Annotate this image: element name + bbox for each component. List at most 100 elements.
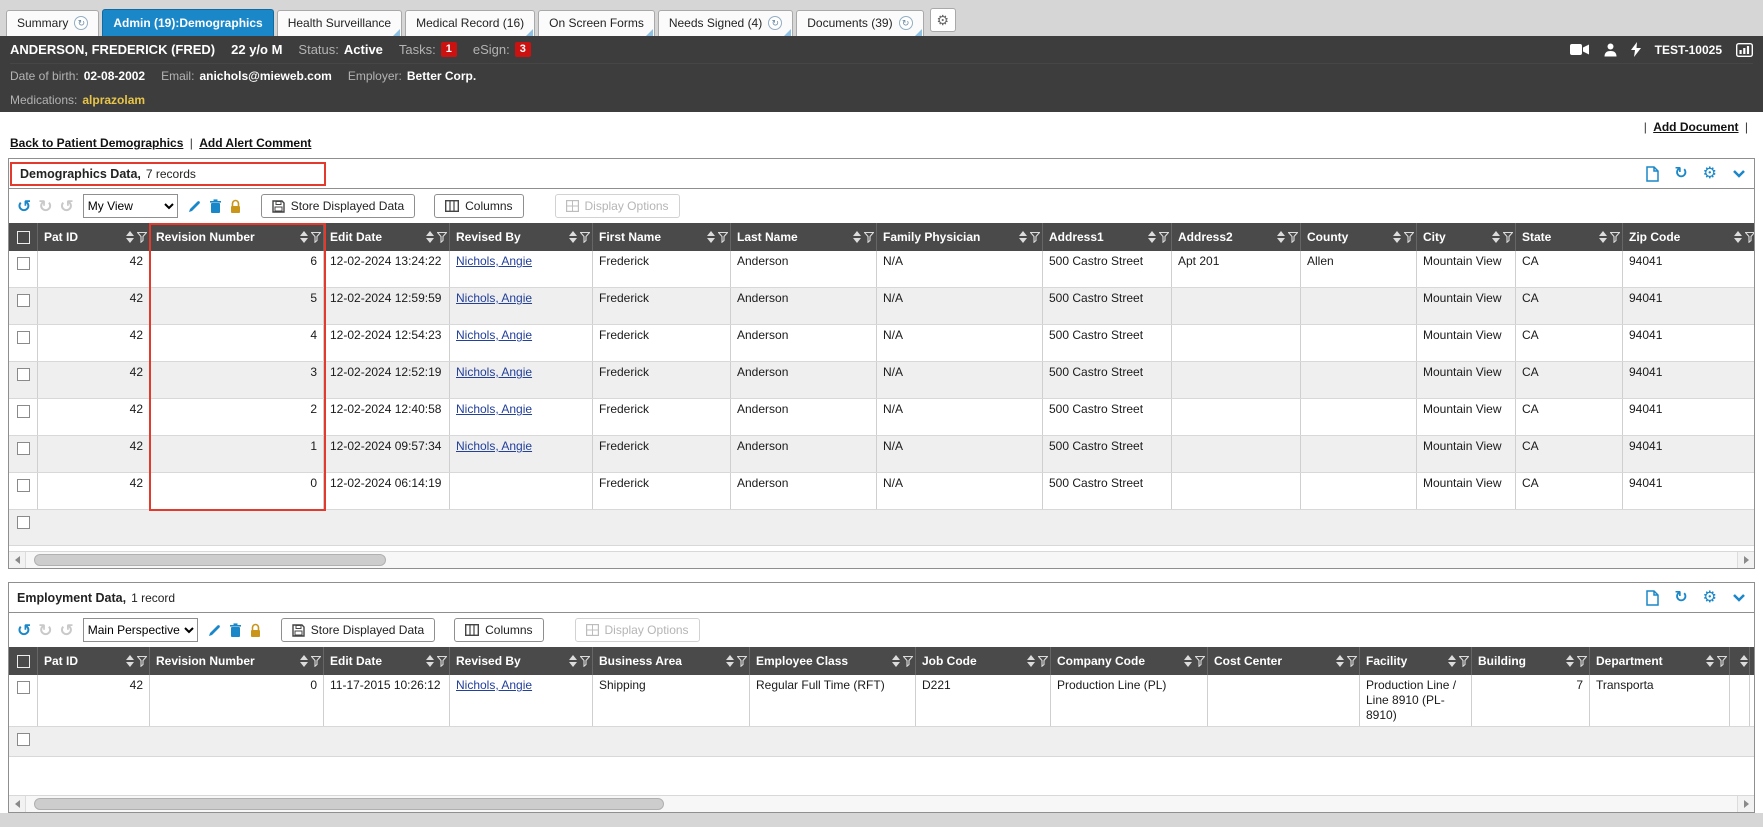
row-checkbox[interactable] xyxy=(17,405,30,418)
sort-icon[interactable] xyxy=(707,231,715,243)
filter-funnel-icon[interactable] xyxy=(1159,232,1169,243)
scroll-left-arrow[interactable] xyxy=(9,796,26,812)
column-header-first-name[interactable]: First Name xyxy=(593,223,731,251)
filter-funnel-icon[interactable] xyxy=(1577,656,1587,667)
filter-funnel-icon[interactable] xyxy=(1288,232,1298,243)
revised-by-link[interactable]: Nichols, Angie xyxy=(456,402,532,416)
revised-by-link[interactable]: Nichols, Angie xyxy=(456,291,532,305)
filter-funnel-icon[interactable] xyxy=(580,656,590,667)
undo-icon[interactable]: ↺ xyxy=(17,622,31,639)
row-checkbox[interactable] xyxy=(17,442,30,455)
column-header-pat-id[interactable]: Pat ID xyxy=(38,223,150,251)
delete-view-trash-icon[interactable] xyxy=(229,623,242,638)
filter-funnel-icon[interactable] xyxy=(737,656,747,667)
filter-funnel-icon[interactable] xyxy=(1610,232,1620,243)
back-to-demographics-link[interactable]: Back to Patient Demographics xyxy=(10,136,183,150)
edit-view-pencil-icon[interactable] xyxy=(207,623,222,638)
sort-icon[interactable] xyxy=(1566,655,1574,667)
columns-button[interactable]: Columns xyxy=(434,194,523,218)
row-checkbox[interactable] xyxy=(17,257,30,270)
sort-icon[interactable] xyxy=(1734,231,1742,243)
column-header-address1[interactable]: Address1 xyxy=(1043,223,1172,251)
column-header-h[interactable]: H xyxy=(1730,647,1750,675)
chart-icon[interactable] xyxy=(1736,43,1753,57)
filter-funnel-icon[interactable] xyxy=(1347,656,1357,667)
column-header-facility[interactable]: Facility xyxy=(1360,647,1472,675)
add-alert-comment-link[interactable]: Add Alert Comment xyxy=(199,136,311,150)
filter-funnel-icon[interactable] xyxy=(1195,656,1205,667)
sort-icon[interactable] xyxy=(1027,655,1035,667)
delete-view-trash-icon[interactable] xyxy=(209,199,222,214)
select-all-checkbox[interactable] xyxy=(17,655,30,668)
column-header-county[interactable]: County xyxy=(1301,223,1417,251)
row-checkbox[interactable] xyxy=(17,331,30,344)
scrollbar-track[interactable] xyxy=(26,552,1737,568)
revised-by-link[interactable]: Nichols, Angie xyxy=(456,254,532,268)
sort-icon[interactable] xyxy=(1393,231,1401,243)
row-checkbox[interactable] xyxy=(17,733,30,746)
filter-funnel-icon[interactable] xyxy=(311,656,321,667)
filter-funnel-icon[interactable] xyxy=(1459,656,1469,667)
select-all-checkbox[interactable] xyxy=(17,231,30,244)
sort-icon[interactable] xyxy=(1448,655,1456,667)
filter-funnel-icon[interactable] xyxy=(903,656,913,667)
column-header-company-code[interactable]: Company Code xyxy=(1051,647,1208,675)
tab-medical-record-16[interactable]: Medical Record (16) xyxy=(405,10,535,36)
filter-funnel-icon[interactable] xyxy=(580,232,590,243)
tab-health-surveillance[interactable]: Health Surveillance xyxy=(277,10,402,36)
column-header-edit-date[interactable]: Edit Date xyxy=(324,223,450,251)
column-header-business-area[interactable]: Business Area xyxy=(593,647,750,675)
revised-by-link[interactable]: Nichols, Angie xyxy=(456,678,532,692)
sort-icon[interactable] xyxy=(1599,231,1607,243)
scrollbar-thumb[interactable] xyxy=(34,798,664,810)
column-header-state[interactable]: State xyxy=(1516,223,1623,251)
filter-funnel-icon[interactable] xyxy=(1503,232,1513,243)
sort-icon[interactable] xyxy=(1019,231,1027,243)
sort-icon[interactable] xyxy=(726,655,734,667)
sort-icon[interactable] xyxy=(1706,655,1714,667)
settings-gear-icon[interactable]: ⚙ xyxy=(1703,590,1717,606)
revised-by-link[interactable]: Nichols, Angie xyxy=(456,365,532,379)
revised-by-link[interactable]: Nichols, Angie xyxy=(456,328,532,342)
column-header-last-name[interactable]: Last Name xyxy=(731,223,877,251)
column-header-zip-code[interactable]: Zip Code xyxy=(1623,223,1754,251)
scroll-right-arrow[interactable] xyxy=(1737,796,1754,812)
row-checkbox[interactable] xyxy=(17,681,30,694)
sort-icon[interactable] xyxy=(1492,231,1500,243)
collapse-chevron-icon[interactable] xyxy=(1732,593,1746,602)
horizontal-scrollbar[interactable] xyxy=(9,795,1754,812)
popout-icon[interactable]: ↻ xyxy=(899,16,913,30)
sort-icon[interactable] xyxy=(1277,231,1285,243)
new-document-icon[interactable] xyxy=(1646,166,1659,182)
column-header-job-code[interactable]: Job Code xyxy=(916,647,1051,675)
store-displayed-data-button[interactable]: Store Displayed Data xyxy=(261,194,415,218)
edit-view-pencil-icon[interactable] xyxy=(187,199,202,214)
filter-funnel-icon[interactable] xyxy=(1745,232,1754,243)
video-camera-icon[interactable] xyxy=(1570,43,1590,56)
store-displayed-data-button[interactable]: Store Displayed Data xyxy=(281,618,435,642)
sort-icon[interactable] xyxy=(126,655,134,667)
new-document-icon[interactable] xyxy=(1646,590,1659,606)
tab-documents-39[interactable]: Documents (39)↻ xyxy=(796,10,923,36)
column-header-city[interactable]: City xyxy=(1417,223,1516,251)
sort-icon[interactable] xyxy=(426,231,434,243)
filter-funnel-icon[interactable] xyxy=(137,232,147,243)
patient-connect-icon[interactable] xyxy=(1604,43,1617,57)
add-document-link[interactable]: Add Document xyxy=(1653,120,1738,134)
popout-icon[interactable]: ↻ xyxy=(768,16,782,30)
revised-by-link[interactable]: Nichols, Angie xyxy=(456,439,532,453)
scrollbar-thumb[interactable] xyxy=(34,554,386,566)
lock-icon[interactable] xyxy=(249,623,262,638)
filter-funnel-icon[interactable] xyxy=(137,656,147,667)
lock-icon[interactable] xyxy=(229,199,242,214)
collapse-chevron-icon[interactable] xyxy=(1732,169,1746,178)
row-checkbox[interactable] xyxy=(17,368,30,381)
row-checkbox[interactable] xyxy=(17,479,30,492)
filter-funnel-icon[interactable] xyxy=(1404,232,1414,243)
column-header-revision-number[interactable]: Revision Number xyxy=(150,223,324,251)
scroll-left-arrow[interactable] xyxy=(9,552,26,568)
column-header-address2[interactable]: Address2 xyxy=(1172,223,1301,251)
popout-icon[interactable]: ↻ xyxy=(74,16,88,30)
column-header-cost-center[interactable]: Cost Center xyxy=(1208,647,1360,675)
filter-funnel-icon[interactable] xyxy=(437,232,447,243)
